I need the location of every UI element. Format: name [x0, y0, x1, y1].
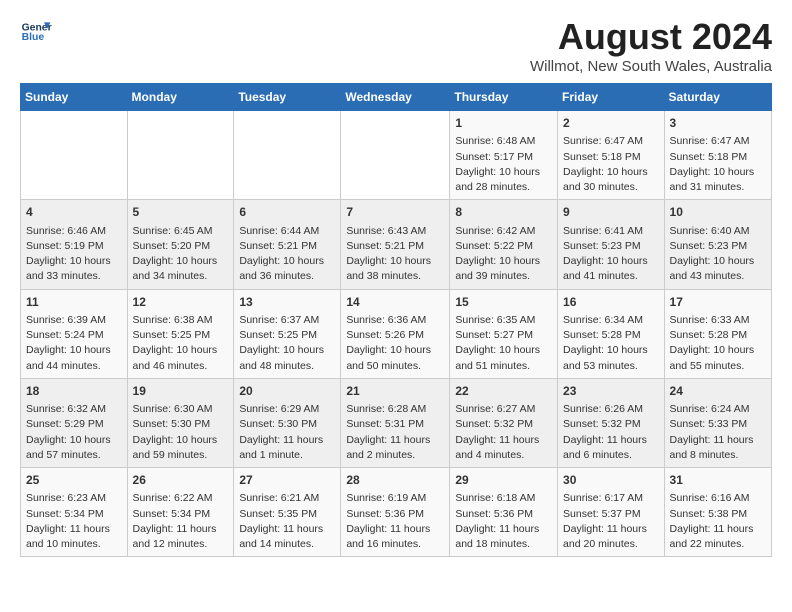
calendar-cell: 26Sunrise: 6:22 AMSunset: 5:34 PMDayligh…: [127, 468, 234, 557]
calendar-body: 1Sunrise: 6:48 AMSunset: 5:17 PMDaylight…: [21, 111, 772, 557]
calendar-cell: 27Sunrise: 6:21 AMSunset: 5:35 PMDayligh…: [234, 468, 341, 557]
calendar-cell: 1Sunrise: 6:48 AMSunset: 5:17 PMDaylight…: [450, 111, 558, 200]
calendar-week-5: 25Sunrise: 6:23 AMSunset: 5:34 PMDayligh…: [21, 468, 772, 557]
date-number: 10: [670, 204, 766, 221]
logo: General Blue: [20, 16, 52, 48]
day-header-tuesday: Tuesday: [234, 84, 341, 111]
calendar-cell: 29Sunrise: 6:18 AMSunset: 5:36 PMDayligh…: [450, 468, 558, 557]
calendar-cell: 21Sunrise: 6:28 AMSunset: 5:31 PMDayligh…: [341, 378, 450, 467]
calendar-cell: 23Sunrise: 6:26 AMSunset: 5:32 PMDayligh…: [558, 378, 665, 467]
date-number: 21: [346, 383, 444, 400]
date-number: 9: [563, 204, 659, 221]
header: General Blue August 2024 Willmot, New So…: [20, 16, 772, 75]
date-number: 23: [563, 383, 659, 400]
title-area: August 2024 Willmot, New South Wales, Au…: [530, 16, 772, 75]
calendar-cell: 16Sunrise: 6:34 AMSunset: 5:28 PMDayligh…: [558, 289, 665, 378]
calendar-week-3: 11Sunrise: 6:39 AMSunset: 5:24 PMDayligh…: [21, 289, 772, 378]
calendar-cell: 10Sunrise: 6:40 AMSunset: 5:23 PMDayligh…: [664, 200, 771, 289]
day-header-thursday: Thursday: [450, 84, 558, 111]
date-number: 28: [346, 472, 444, 489]
calendar-cell: 9Sunrise: 6:41 AMSunset: 5:23 PMDaylight…: [558, 200, 665, 289]
calendar-cell: 3Sunrise: 6:47 AMSunset: 5:18 PMDaylight…: [664, 111, 771, 200]
date-number: 15: [455, 294, 552, 311]
date-number: 2: [563, 115, 659, 132]
date-number: 24: [670, 383, 766, 400]
calendar-table: SundayMondayTuesdayWednesdayThursdayFrid…: [20, 83, 772, 557]
date-number: 4: [26, 204, 122, 221]
calendar-cell: 18Sunrise: 6:32 AMSunset: 5:29 PMDayligh…: [21, 378, 128, 467]
date-number: 26: [133, 472, 229, 489]
calendar-header-row: SundayMondayTuesdayWednesdayThursdayFrid…: [21, 84, 772, 111]
calendar-cell: 4Sunrise: 6:46 AMSunset: 5:19 PMDaylight…: [21, 200, 128, 289]
calendar-cell: 13Sunrise: 6:37 AMSunset: 5:25 PMDayligh…: [234, 289, 341, 378]
calendar-cell: 8Sunrise: 6:42 AMSunset: 5:22 PMDaylight…: [450, 200, 558, 289]
date-number: 18: [26, 383, 122, 400]
date-number: 13: [239, 294, 335, 311]
date-number: 14: [346, 294, 444, 311]
date-number: 22: [455, 383, 552, 400]
date-number: 27: [239, 472, 335, 489]
subtitle: Willmot, New South Wales, Australia: [530, 58, 772, 75]
date-number: 5: [133, 204, 229, 221]
date-number: 25: [26, 472, 122, 489]
calendar-week-4: 18Sunrise: 6:32 AMSunset: 5:29 PMDayligh…: [21, 378, 772, 467]
calendar-cell: 2Sunrise: 6:47 AMSunset: 5:18 PMDaylight…: [558, 111, 665, 200]
calendar-cell: 20Sunrise: 6:29 AMSunset: 5:30 PMDayligh…: [234, 378, 341, 467]
date-number: 17: [670, 294, 766, 311]
date-number: 16: [563, 294, 659, 311]
calendar-cell: 25Sunrise: 6:23 AMSunset: 5:34 PMDayligh…: [21, 468, 128, 557]
calendar-cell: 7Sunrise: 6:43 AMSunset: 5:21 PMDaylight…: [341, 200, 450, 289]
date-number: 8: [455, 204, 552, 221]
date-number: 11: [26, 294, 122, 311]
calendar-cell: 17Sunrise: 6:33 AMSunset: 5:28 PMDayligh…: [664, 289, 771, 378]
svg-text:Blue: Blue: [22, 32, 45, 43]
calendar-cell: 19Sunrise: 6:30 AMSunset: 5:30 PMDayligh…: [127, 378, 234, 467]
day-header-friday: Friday: [558, 84, 665, 111]
calendar-week-1: 1Sunrise: 6:48 AMSunset: 5:17 PMDaylight…: [21, 111, 772, 200]
calendar-cell: 24Sunrise: 6:24 AMSunset: 5:33 PMDayligh…: [664, 378, 771, 467]
calendar-cell: 30Sunrise: 6:17 AMSunset: 5:37 PMDayligh…: [558, 468, 665, 557]
logo-icon: General Blue: [20, 16, 52, 48]
calendar-week-2: 4Sunrise: 6:46 AMSunset: 5:19 PMDaylight…: [21, 200, 772, 289]
day-header-wednesday: Wednesday: [341, 84, 450, 111]
date-number: 30: [563, 472, 659, 489]
date-number: 6: [239, 204, 335, 221]
date-number: 29: [455, 472, 552, 489]
day-header-sunday: Sunday: [21, 84, 128, 111]
calendar-cell: [127, 111, 234, 200]
calendar-cell: [341, 111, 450, 200]
calendar-cell: 5Sunrise: 6:45 AMSunset: 5:20 PMDaylight…: [127, 200, 234, 289]
day-header-monday: Monday: [127, 84, 234, 111]
main-title: August 2024: [530, 16, 772, 58]
calendar-cell: 14Sunrise: 6:36 AMSunset: 5:26 PMDayligh…: [341, 289, 450, 378]
day-header-saturday: Saturday: [664, 84, 771, 111]
calendar-cell: 11Sunrise: 6:39 AMSunset: 5:24 PMDayligh…: [21, 289, 128, 378]
date-number: 12: [133, 294, 229, 311]
calendar-cell: 6Sunrise: 6:44 AMSunset: 5:21 PMDaylight…: [234, 200, 341, 289]
date-number: 19: [133, 383, 229, 400]
date-number: 3: [670, 115, 766, 132]
calendar-cell: 28Sunrise: 6:19 AMSunset: 5:36 PMDayligh…: [341, 468, 450, 557]
calendar-cell: [21, 111, 128, 200]
calendar-cell: [234, 111, 341, 200]
date-number: 20: [239, 383, 335, 400]
date-number: 7: [346, 204, 444, 221]
calendar-cell: 12Sunrise: 6:38 AMSunset: 5:25 PMDayligh…: [127, 289, 234, 378]
date-number: 31: [670, 472, 766, 489]
calendar-cell: 15Sunrise: 6:35 AMSunset: 5:27 PMDayligh…: [450, 289, 558, 378]
calendar-cell: 31Sunrise: 6:16 AMSunset: 5:38 PMDayligh…: [664, 468, 771, 557]
calendar-cell: 22Sunrise: 6:27 AMSunset: 5:32 PMDayligh…: [450, 378, 558, 467]
date-number: 1: [455, 115, 552, 132]
